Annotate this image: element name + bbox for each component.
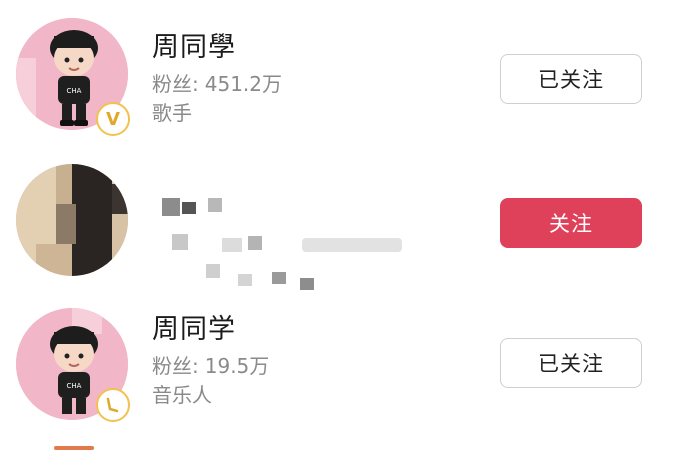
following-button[interactable]: 已关注	[500, 54, 642, 104]
follow-button[interactable]: 关注	[500, 198, 642, 248]
verified-badge-icon	[96, 388, 130, 422]
user-list: CHA V 周同學 粉丝: 451.2万 歌手 已关注 关注 CHA 周同学 粉…	[0, 0, 690, 450]
list-item[interactable]: CHA 周同学 粉丝: 19.5万 音乐人 已关注	[0, 296, 690, 436]
next-avatar-peek	[54, 446, 94, 450]
user-occupation: 音乐人	[152, 383, 212, 407]
fans-count: 粉丝: 19.5万	[152, 352, 472, 380]
fans-label: 粉丝:	[152, 72, 199, 96]
list-item[interactable]: CHA V 周同學 粉丝: 451.2万 歌手 已关注	[0, 0, 690, 140]
music-note-icon	[106, 397, 119, 413]
fans-label: 粉丝:	[152, 354, 199, 378]
user-info: 周同學 粉丝: 451.2万 歌手	[152, 30, 472, 128]
user-name[interactable]: 周同學	[152, 30, 472, 66]
pixelated-avatar-icon	[16, 164, 128, 276]
verified-badge-text: V	[106, 108, 120, 130]
obscured-info	[152, 172, 412, 290]
svg-text:CHA: CHA	[67, 382, 82, 390]
svg-text:CHA: CHA	[67, 87, 82, 95]
user-occupation: 歌手	[152, 101, 192, 125]
list-item[interactable]: 关注	[0, 150, 690, 290]
fans-value: 19.5万	[204, 354, 270, 378]
avatar[interactable]	[16, 164, 128, 276]
following-button[interactable]: 已关注	[500, 338, 642, 388]
fans-value: 451.2万	[204, 72, 283, 96]
user-info: 周同学 粉丝: 19.5万 音乐人	[152, 312, 472, 410]
verified-badge-icon: V	[96, 102, 130, 136]
fans-count: 粉丝: 451.2万	[152, 70, 472, 98]
user-name[interactable]: 周同学	[152, 312, 472, 348]
